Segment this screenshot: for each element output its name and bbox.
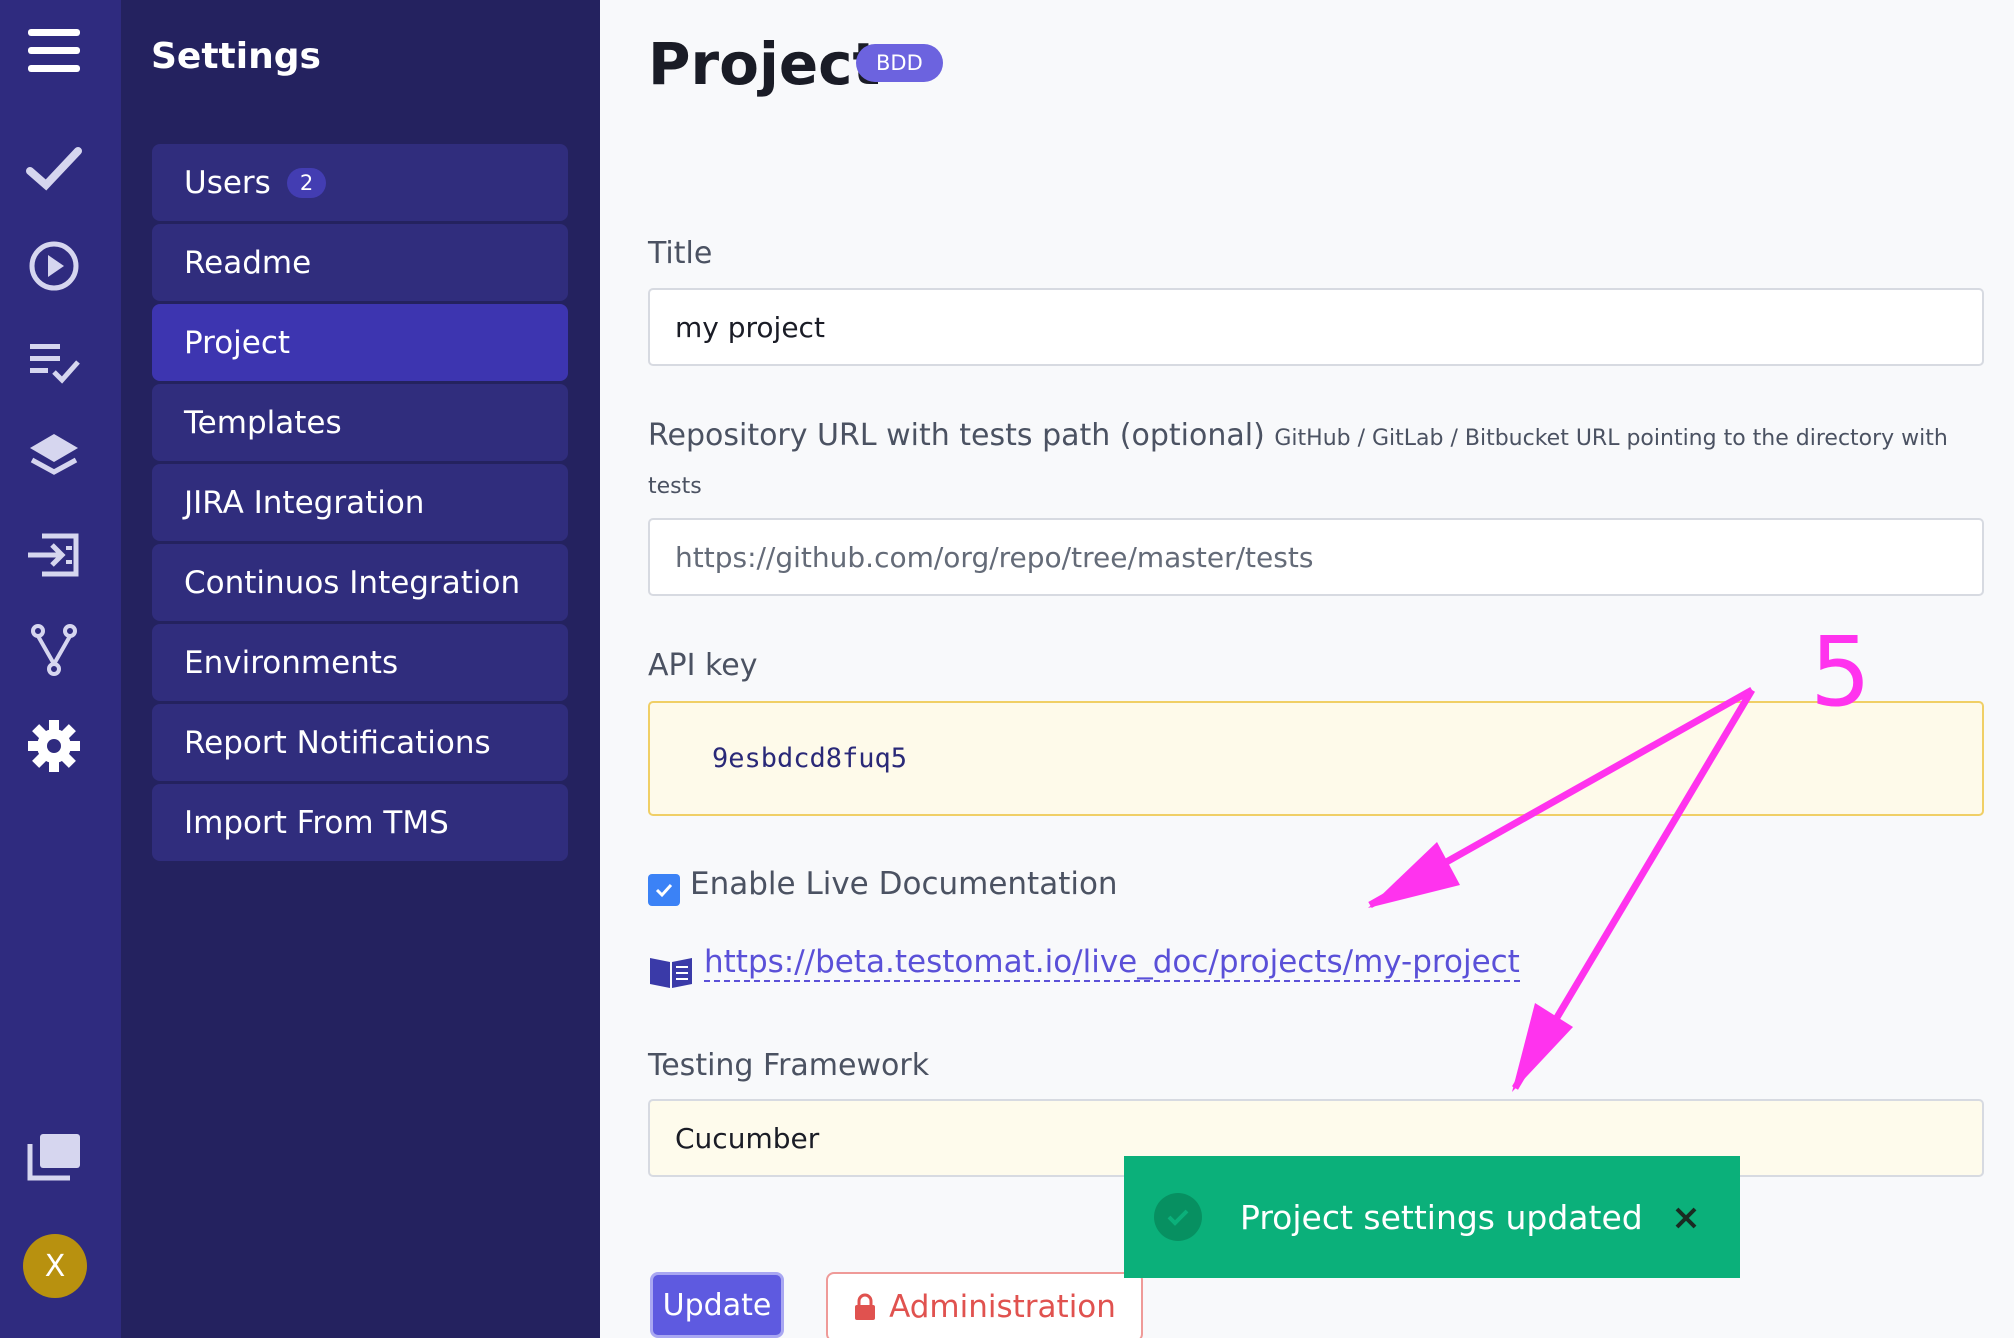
sidebar-item-label: Readme bbox=[184, 244, 312, 281]
book-icon bbox=[650, 958, 692, 988]
repo-url-hint: GitHub / GitLab / Bitbucket URL pointing… bbox=[1274, 426, 1948, 451]
live-doc-label: Enable Live Documentation bbox=[690, 866, 1118, 902]
settings-nav: Users 2 Readme Project Templates JIRA Int… bbox=[152, 144, 568, 864]
gear-icon[interactable] bbox=[18, 710, 90, 782]
sidebar-title: Settings bbox=[151, 36, 321, 77]
play-circle-icon[interactable] bbox=[18, 230, 90, 302]
toast-notification: Project settings updated bbox=[1124, 1156, 1740, 1278]
testing-framework-label: Testing Framework bbox=[648, 1048, 930, 1083]
check-icon[interactable] bbox=[18, 133, 90, 205]
layers-icon[interactable] bbox=[18, 420, 90, 492]
sidebar-item-import-from-tms[interactable]: Import From TMS bbox=[152, 784, 568, 861]
sidebar-item-jira-integration[interactable]: JIRA Integration bbox=[152, 464, 568, 541]
sidebar-item-users[interactable]: Users 2 bbox=[152, 144, 568, 221]
menu-icon[interactable] bbox=[18, 15, 90, 87]
branch-icon[interactable] bbox=[18, 613, 90, 685]
sidebar-item-project[interactable]: Project bbox=[152, 304, 568, 381]
api-key-label: API key bbox=[648, 648, 758, 683]
avatar[interactable]: X bbox=[23, 1234, 87, 1298]
sidebar-item-label: Import From TMS bbox=[184, 804, 449, 841]
checkmark-icon bbox=[655, 883, 673, 898]
title-label: Title bbox=[648, 236, 713, 271]
settings-sidebar: Settings Users 2 Readme Project Templates… bbox=[121, 0, 600, 1338]
users-count-badge: 2 bbox=[286, 167, 327, 198]
project-type-badge: BDD bbox=[856, 44, 943, 82]
repo-url-label-text: Repository URL with tests path (optional… bbox=[648, 418, 1265, 453]
sidebar-item-label: Users bbox=[184, 164, 271, 201]
live-doc-checkbox[interactable] bbox=[648, 874, 680, 906]
sidebar-item-label: Continuos Integration bbox=[184, 564, 521, 601]
repo-url-input[interactable]: https://github.com/org/repo/tree/master/… bbox=[648, 518, 1984, 596]
sidebar-item-readme[interactable]: Readme bbox=[152, 224, 568, 301]
check-circle-icon bbox=[1154, 1193, 1202, 1241]
toast-message: Project settings updated bbox=[1240, 1197, 1643, 1237]
sidebar-item-label: Project bbox=[184, 324, 291, 361]
repo-url-label: Repository URL with tests path (optional… bbox=[648, 418, 1948, 453]
repo-url-hint-cont: tests bbox=[648, 474, 702, 499]
page-title: Project bbox=[648, 30, 881, 98]
sidebar-item-label: Environments bbox=[184, 644, 399, 681]
sidebar-item-report-notifications[interactable]: Report Notifications bbox=[152, 704, 568, 781]
api-key-value[interactable]: 9esbdcd8fuq5 bbox=[648, 701, 1984, 816]
title-input[interactable]: my project bbox=[648, 288, 1984, 366]
sidebar-item-label: Report Notifications bbox=[184, 724, 491, 761]
sidebar-item-environments[interactable]: Environments bbox=[152, 624, 568, 701]
checklist-icon[interactable] bbox=[18, 326, 90, 398]
close-icon[interactable] bbox=[1666, 1198, 1706, 1238]
sidebar-item-label: Templates bbox=[184, 404, 342, 441]
update-button[interactable]: Update bbox=[650, 1272, 784, 1338]
live-doc-link[interactable]: https://beta.testomat.io/live_doc/projec… bbox=[704, 944, 1520, 982]
sidebar-item-templates[interactable]: Templates bbox=[152, 384, 568, 461]
main-content: Project BDD Title my project Repository … bbox=[600, 0, 2014, 1338]
annotation-number: 5 bbox=[1810, 616, 1872, 728]
administration-button[interactable]: Administration bbox=[826, 1272, 1143, 1338]
import-icon[interactable] bbox=[18, 518, 90, 590]
icon-rail: X bbox=[0, 0, 121, 1338]
administration-label: Administration bbox=[889, 1289, 1116, 1325]
sidebar-item-continuous-integration[interactable]: Continuos Integration bbox=[152, 544, 568, 621]
sidebar-item-label: JIRA Integration bbox=[184, 484, 425, 521]
folders-icon[interactable] bbox=[18, 1120, 90, 1192]
lock-icon bbox=[855, 1293, 876, 1320]
